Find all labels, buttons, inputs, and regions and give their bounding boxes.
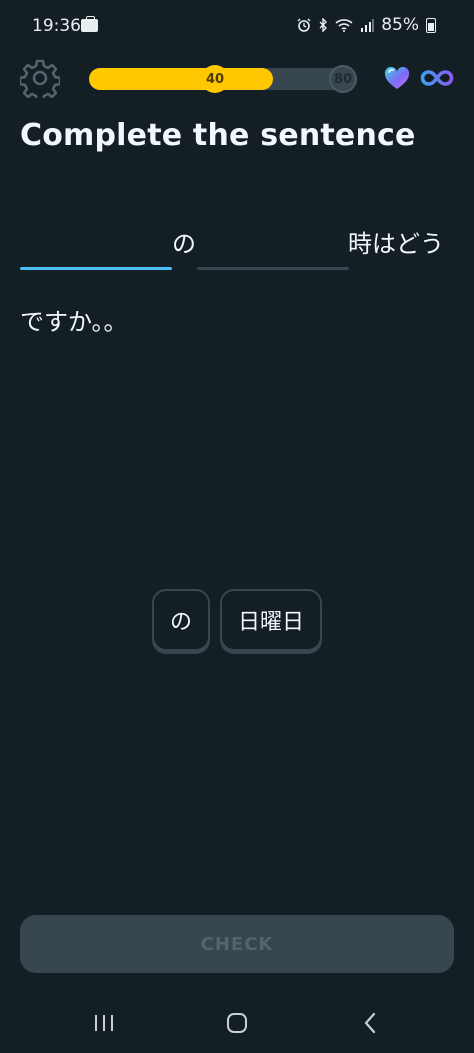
status-time: 19:36 (32, 16, 81, 36)
recent-apps-icon (95, 1015, 113, 1031)
battery-percent: 85% (381, 15, 419, 35)
back-button[interactable] (350, 1007, 390, 1039)
page-title: Complete the sentence (20, 118, 416, 153)
status-icons: 85% (297, 15, 436, 35)
recent-apps-button[interactable] (84, 1007, 124, 1039)
settings-button[interactable] (18, 58, 62, 103)
hearts-button[interactable] (383, 64, 411, 92)
home-icon (227, 1013, 247, 1033)
unlimited-hearts-indicator[interactable] (420, 65, 454, 91)
lesson-progress-bar: 40 80 (89, 65, 357, 93)
bluetooth-icon (319, 18, 328, 32)
word-tile[interactable]: 日曜日 (220, 589, 322, 651)
system-nav-bar (0, 995, 474, 1053)
wifi-icon (335, 19, 353, 32)
battery-icon (426, 17, 436, 33)
gear-icon (18, 59, 62, 103)
sentence-fragment: ですか。。 (20, 308, 128, 336)
progress-current-marker: 40 (201, 65, 229, 93)
back-icon (364, 1012, 376, 1034)
heart-icon (384, 66, 410, 89)
sentence-fragment: 時はどう (348, 230, 444, 258)
alarm-icon (297, 18, 311, 32)
answer-blank-1[interactable] (20, 267, 172, 270)
infinity-icon (420, 70, 454, 86)
home-button[interactable] (217, 1007, 257, 1039)
briefcase-icon (81, 16, 98, 32)
status-bar: 19:36 85% (0, 0, 474, 52)
check-button[interactable]: CHECK (20, 915, 454, 973)
progress-fill (89, 68, 273, 90)
progress-max-marker: 80 (329, 65, 357, 93)
sentence-fragment: の (172, 230, 196, 258)
answer-blank-2[interactable] (197, 267, 349, 270)
word-tile[interactable]: の (152, 589, 210, 651)
signal-icon (361, 19, 375, 32)
